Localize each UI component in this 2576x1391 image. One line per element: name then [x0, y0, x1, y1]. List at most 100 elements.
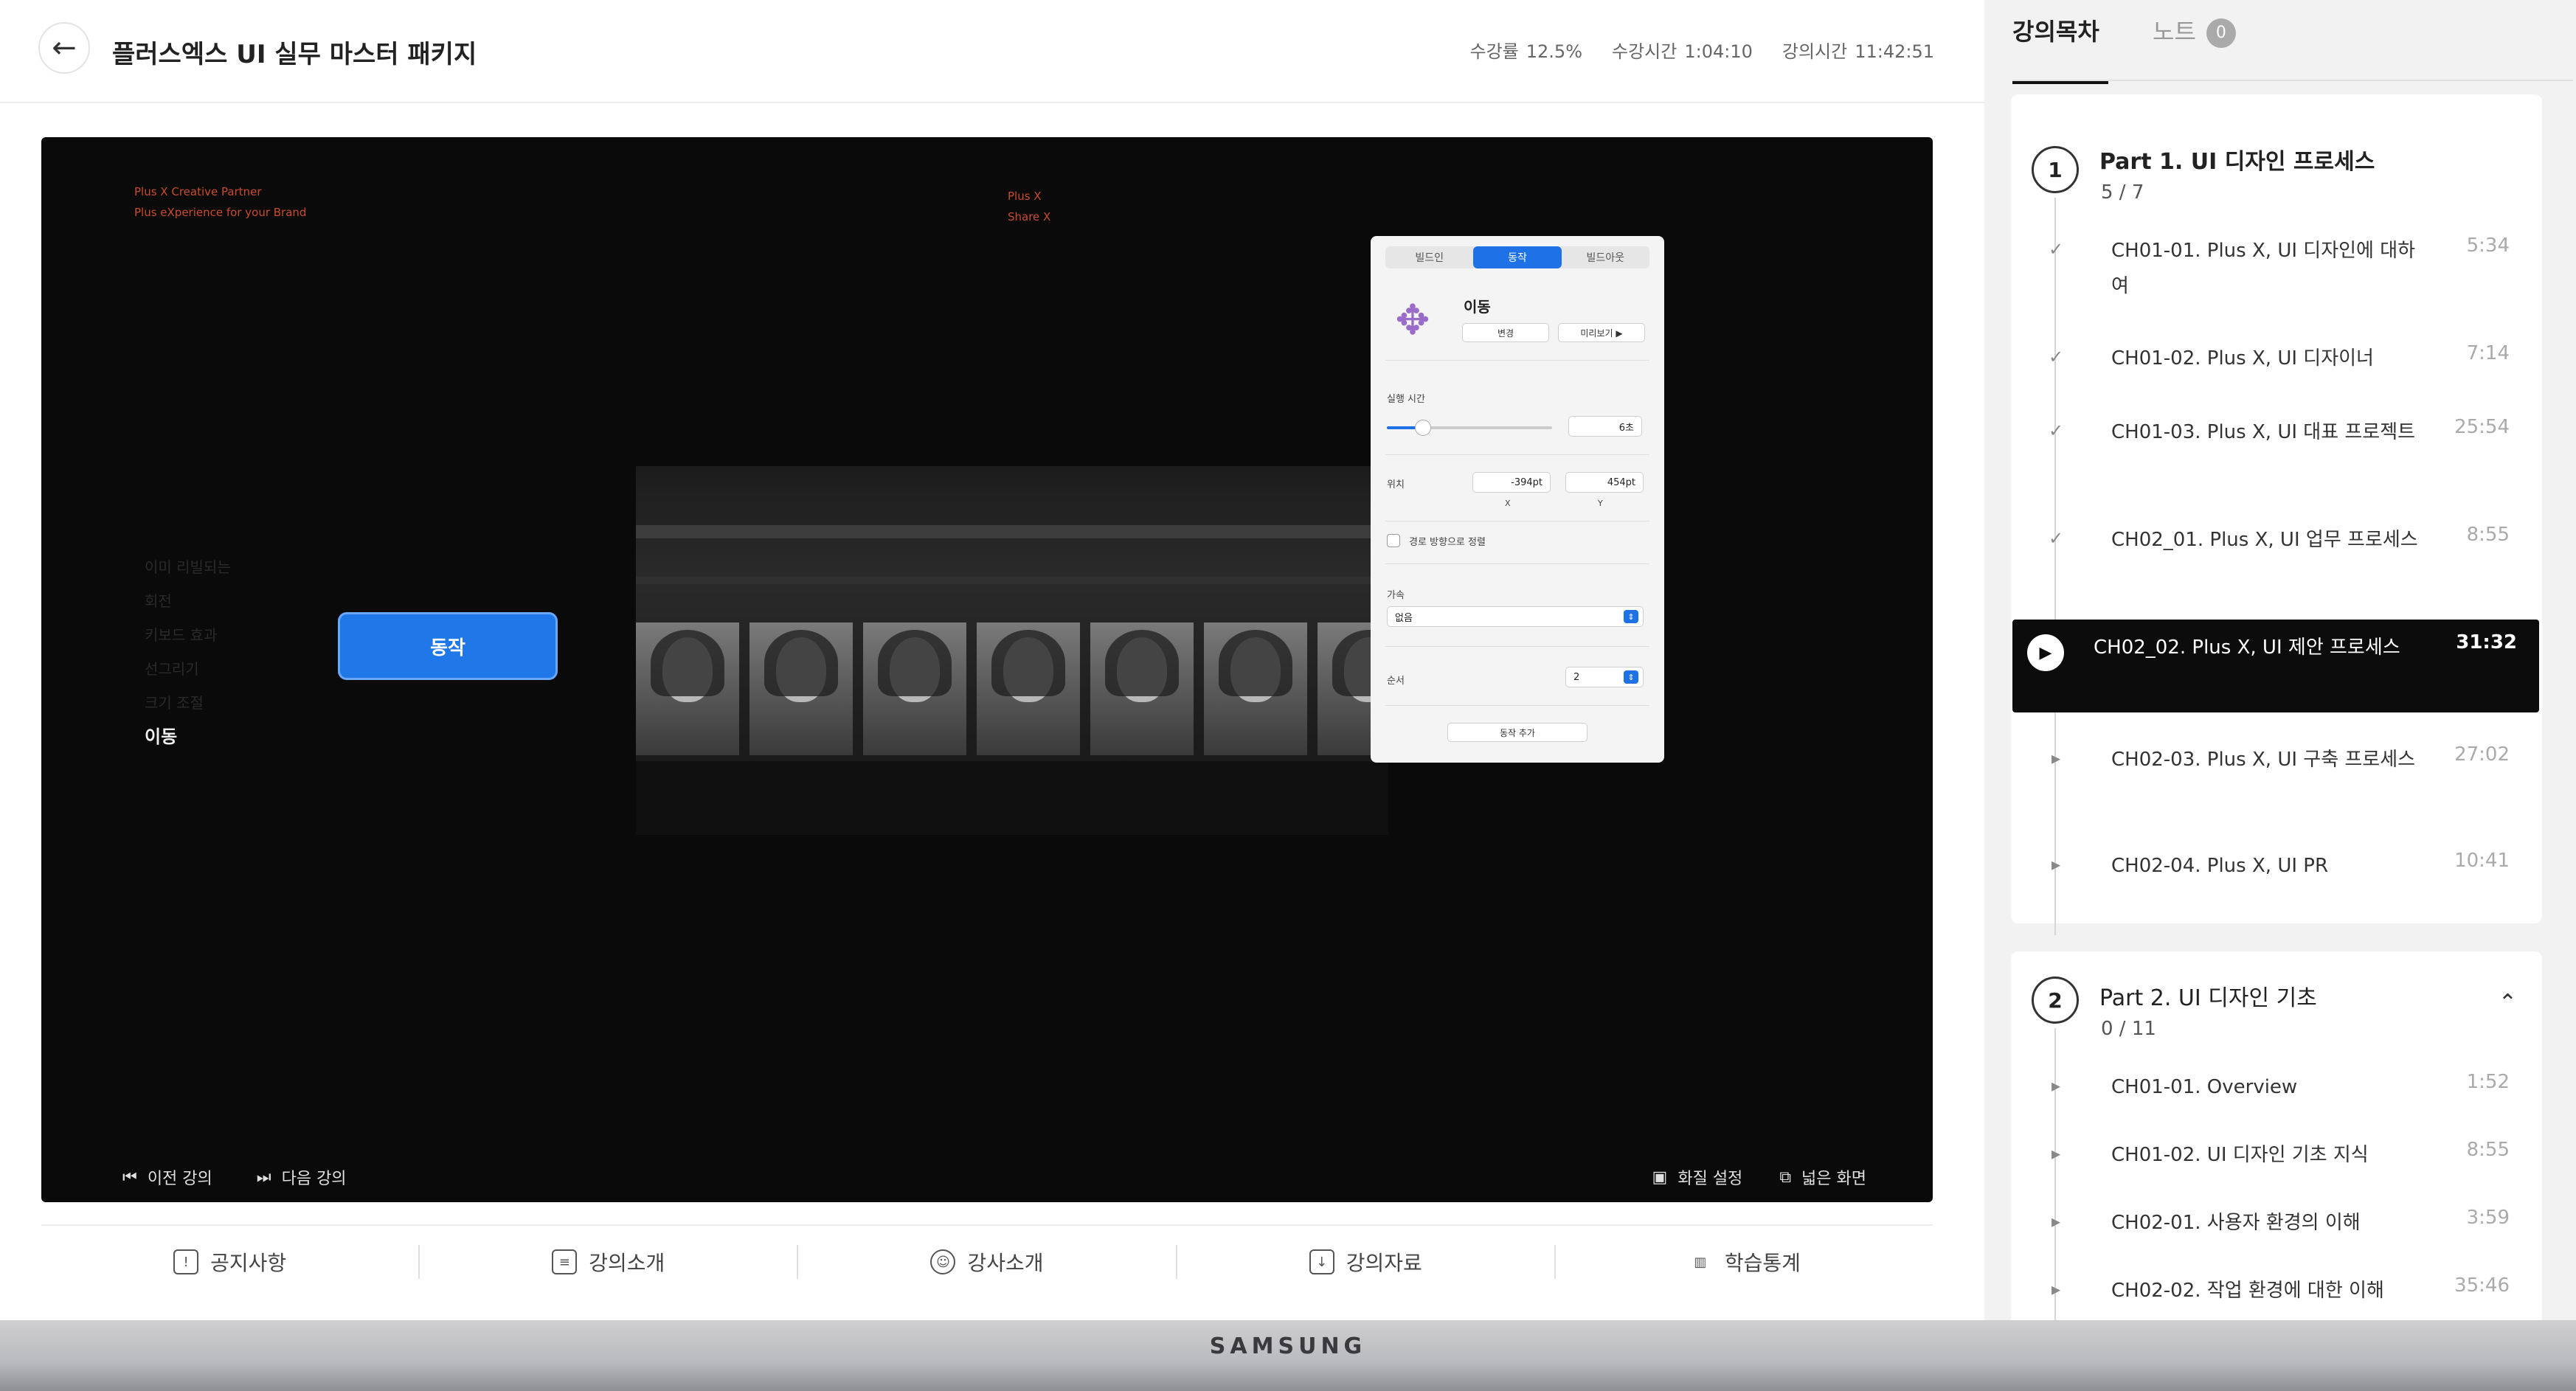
move-arrows-icon: ✥ — [1395, 296, 1430, 344]
portrait — [749, 622, 853, 755]
stat-label: 수강률 — [1469, 41, 1519, 62]
preview-button: 미리보기 ▶ — [1558, 323, 1645, 342]
select-arrow-icon: ⇕ — [1624, 610, 1638, 623]
lesson-title: CH01-02. Plus X, UI 디자이너 — [2111, 347, 2374, 370]
lesson-item[interactable]: ▸ CH02-03. Plus X, UI 구축 프로세스 27:02 — [2030, 742, 2532, 816]
order-select: 2 ⇕ — [1565, 667, 1644, 687]
tab-notes[interactable]: 노트 0 — [2153, 13, 2236, 48]
quality-label: 화질 설정 — [1677, 1170, 1743, 1188]
lesson-duration: 1:52 — [2466, 1071, 2510, 1093]
tab-label: 강사소개 — [967, 1251, 1044, 1275]
check-icon: ✓ — [2048, 347, 2064, 367]
monitor-brand-logo: SAMSUNG — [1209, 1333, 1367, 1359]
wide-screen-icon: ⧉ — [1779, 1168, 1792, 1187]
lesson-duration: 3:59 — [2466, 1207, 2510, 1229]
lesson-duration: 5:34 — [2466, 235, 2510, 257]
divider — [1385, 360, 1649, 361]
check-icon: ✓ — [2048, 528, 2064, 549]
tab-stats[interactable]: ▥ 학습통계 — [1556, 1245, 1933, 1279]
effect-item: 선그리기 — [145, 660, 199, 678]
lesson-duration: 10:41 — [2454, 850, 2510, 872]
lesson-item[interactable]: ▸ CH01-01. Overview 1:52 — [2030, 1069, 2532, 1114]
portrait — [863, 622, 966, 755]
check-icon: ✓ — [2048, 239, 2064, 260]
curriculum-sidebar: 강의목차 노트 0 1 Part 1. UI 디자인 프로세스 5 / 7 ✓ C… — [1984, 0, 2576, 1335]
select-value: 없음 — [1395, 612, 1413, 624]
course-title: 플러스엑스 UI 실무 마스터 패키지 — [112, 40, 477, 69]
animate-panel: 빌드인 동작 빌드아웃 ✥ 이동 변경 미리보기 ▶ 실행 시간 6초 위치 -… — [1371, 236, 1664, 763]
slide-header-left: Plus X Creative Partner Plus eXperience … — [134, 181, 306, 223]
tab-build-in: 빌드인 — [1415, 252, 1444, 264]
tab-course-intro[interactable]: ≡ 강의소개 — [420, 1245, 799, 1279]
portrait — [636, 622, 739, 755]
portrait — [1090, 622, 1194, 755]
stat-value: 1:04:10 — [1684, 41, 1753, 62]
part-card-2: 2 Part 2. UI 디자인 기초 0 / 11 ⌃ ▸ CH01-01. … — [2011, 951, 2542, 1335]
play-icon: ▶ — [2027, 634, 2064, 671]
tab-curriculum[interactable]: 강의목차 — [2012, 13, 2108, 84]
lesson-item[interactable]: ▸ CH01-02. UI 디자인 기초 지식 8:55 — [2030, 1137, 2532, 1182]
lesson-duration: 31:32 — [2456, 631, 2517, 653]
stat-value: 12.5% — [1526, 41, 1583, 62]
position-x-field: -394pt — [1472, 472, 1551, 493]
lesson-duration: 8:55 — [2466, 1139, 2510, 1161]
progress-stat: 수강률 12.5% — [1470, 37, 1583, 63]
lesson-title: CH01-03. Plus X, UI 대표 프로젝트 — [2111, 421, 2416, 443]
lesson-item[interactable]: ✓ CH02_01. Plus X, UI 업무 프로세스 8:55 — [2030, 522, 2532, 596]
play-small-icon: ▸ — [2051, 748, 2061, 769]
back-button[interactable]: ← — [38, 22, 90, 74]
lesson-nav: ⏮ 이전 강의 ⏭ 다음 강의 — [122, 1165, 347, 1189]
add-action-button: 동작 추가 — [1447, 723, 1588, 742]
order-label: 순서 — [1387, 676, 1405, 687]
slide-text: Plus X — [1008, 190, 1042, 203]
tab-notice[interactable]: ! 공지사항 — [41, 1245, 420, 1279]
video-player[interactable]: Plus X Creative Partner Plus eXperience … — [41, 137, 1933, 1202]
divider — [1385, 646, 1649, 647]
player-options: ▣ 화질 설정 ⧉ 넓은 화면 — [1652, 1165, 1866, 1189]
stat-value: 11:42:51 — [1855, 41, 1934, 62]
duration-field: 6초 — [1568, 416, 1642, 437]
lesson-title: CH02_01. Plus X, UI 업무 프로세스 — [2111, 529, 2418, 551]
align-path-checkbox — [1387, 534, 1400, 547]
stat-label: 수강시간 — [1612, 41, 1677, 62]
duration-slider — [1387, 420, 1552, 436]
person-icon: ☺ — [930, 1249, 956, 1274]
prev-lesson-button[interactable]: ⏮ 이전 강의 — [122, 1165, 212, 1189]
stat-label: 강의시간 — [1782, 41, 1848, 62]
tab-build-out: 빌드아웃 — [1586, 252, 1625, 264]
notes-count-badge: 0 — [2206, 18, 2236, 48]
lesson-item[interactable]: ✓ CH01-01. Plus X, UI 디자인에 대하여 5:34 — [2030, 233, 2532, 307]
chevron-up-icon[interactable]: ⌃ — [2499, 990, 2517, 1016]
lesson-item[interactable]: ▸ CH02-04. Plus X, UI PR 10:41 — [2030, 848, 2532, 892]
lesson-item[interactable]: ▸ CH02-02. 작업 환경에 대한 이해 35:46 — [2030, 1273, 2532, 1317]
photo-detail — [636, 761, 1388, 835]
arrow-left-icon: ← — [52, 31, 77, 65]
duration-label: 실행 시간 — [1387, 394, 1425, 405]
lesson-item[interactable]: ✓ CH01-02. Plus X, UI 디자이너 7:14 — [2030, 341, 2532, 385]
effect-item: 회전 — [145, 592, 172, 610]
tab-action: 동작 — [1473, 246, 1562, 268]
slider-knob — [1415, 420, 1432, 436]
x-label: X — [1505, 499, 1511, 508]
lesson-title: CH01-01. Overview — [2111, 1076, 2298, 1098]
part-title: Part 1. UI 디자인 프로세스 — [2099, 149, 2375, 175]
clipboard-icon: ≡ — [552, 1249, 578, 1274]
quality-settings-button[interactable]: ▣ 화질 설정 — [1652, 1165, 1743, 1189]
lesson-duration: 25:54 — [2454, 416, 2510, 438]
stats-icon: ▥ — [1694, 1254, 1707, 1270]
tab-label: 학습통계 — [1724, 1251, 1801, 1275]
next-lesson-button[interactable]: ⏭ 다음 강의 — [257, 1165, 347, 1189]
portrait — [977, 622, 1080, 755]
position-y-field: 454pt — [1565, 472, 1644, 493]
check-icon: ✓ — [2048, 420, 2064, 441]
skip-forward-icon: ⏭ — [256, 1168, 271, 1187]
tab-instructor[interactable]: ☺ 강사소개 — [798, 1245, 1177, 1279]
wide-screen-button[interactable]: ⧉ 넓은 화면 — [1779, 1165, 1866, 1189]
tab-materials[interactable]: ↓ 강의자료 — [1177, 1245, 1556, 1279]
lesson-item[interactable]: ✓ CH01-03. Plus X, UI 대표 프로젝트 25:54 — [2030, 414, 2532, 488]
part-progress: 5 / 7 — [2101, 181, 2144, 204]
lesson-item[interactable]: ▸ CH02-01. 사용자 환경의 이해 3:59 — [2030, 1205, 2532, 1249]
lesson-item-current[interactable]: ▶ CH02_02. Plus X, UI 제안 프로세스 31:32 — [2012, 620, 2539, 712]
acceleration-select: 없음 ⇕ — [1387, 606, 1644, 627]
divider — [1385, 563, 1649, 564]
